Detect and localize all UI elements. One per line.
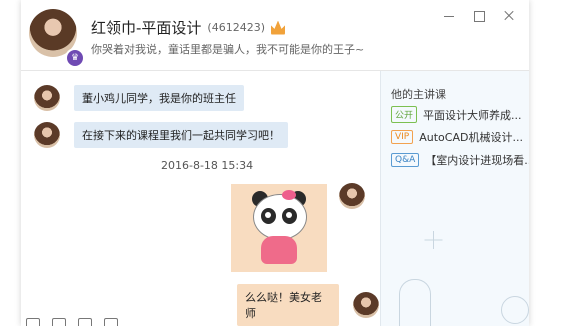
message-row: 么么哒！美女老师 xyxy=(237,284,379,326)
message-bubble: 董小鸡儿同学，我是你的班主任 xyxy=(74,85,244,111)
image-icon[interactable] xyxy=(104,318,118,326)
input-toolbar xyxy=(26,318,118,326)
emoji-icon[interactable] xyxy=(26,318,40,326)
course-tag: VIP xyxy=(391,130,414,144)
self-avatar[interactable] xyxy=(353,292,379,318)
course-label: 【室内设计进现场看... xyxy=(425,154,529,167)
message-bubble: 在接下来的课程里我们一起共同学习吧！ xyxy=(74,122,288,148)
minimize-icon[interactable] xyxy=(443,10,455,22)
course-item[interactable]: VIP AutoCAD机械设计... xyxy=(391,129,523,145)
message-row: 董小鸡儿同学，我是你的班主任 xyxy=(34,85,244,111)
message-list[interactable]: 董小鸡儿同学，我是你的班主任 在接下来的课程里我们一起共同学习吧！ 2016-8… xyxy=(21,71,379,326)
course-label: 平面设计大师养成... xyxy=(423,108,522,122)
course-item[interactable]: 公开 平面设计大师养成... xyxy=(391,106,522,123)
sticker-message[interactable] xyxy=(231,184,327,272)
close-icon[interactable] xyxy=(503,10,515,22)
course-label: AutoCAD机械设计... xyxy=(419,131,523,144)
sparkle-decoration-icon xyxy=(425,231,443,249)
folder-icon[interactable] xyxy=(78,318,92,326)
sender-avatar[interactable] xyxy=(34,122,60,148)
contact-signature: 你哭着对我说，童话里都是骗人，我不可能是你的王子~ xyxy=(91,43,365,56)
message-row: 在接下来的课程里我们一起共同学习吧！ xyxy=(34,122,288,148)
maximize-icon[interactable] xyxy=(473,10,485,22)
crown-icon xyxy=(271,20,285,35)
message-bubble: 么么哒！美女老师 xyxy=(237,284,339,326)
course-item[interactable]: Q&A 【室内设计进现场看... xyxy=(391,152,529,168)
sender-avatar[interactable] xyxy=(34,85,60,111)
window-controls xyxy=(443,10,515,22)
screenshot-icon[interactable] xyxy=(52,318,66,326)
message-timestamp: 2016-8-18 15:34 xyxy=(161,159,254,172)
teacher-badge-icon: ♛ xyxy=(65,48,85,68)
panda-sticker-icon xyxy=(244,190,314,266)
chat-header: ♛ 红领巾-平面设计 (4612423) 你哭着对我说，童话里都是骗人，我不可能… xyxy=(21,0,529,71)
contact-avatar[interactable]: ♛ xyxy=(29,9,85,68)
course-tag: 公开 xyxy=(391,106,418,123)
circle-decoration-icon xyxy=(501,296,529,324)
contact-qq-number: (4612423) xyxy=(207,21,265,34)
chat-window: ♛ 红领巾-平面设计 (4612423) 你哭着对我说，童话里都是骗人，我不可能… xyxy=(21,0,529,326)
self-avatar[interactable] xyxy=(339,183,365,209)
title-row: 红领巾-平面设计 (4612423) xyxy=(91,17,285,38)
tower-decoration-icon xyxy=(399,279,431,326)
panel-title: 他的主讲课 xyxy=(391,88,446,101)
contact-name[interactable]: 红领巾-平面设计 xyxy=(91,17,201,38)
course-tag: Q&A xyxy=(391,153,420,167)
teacher-course-panel: 他的主讲课 公开 平面设计大师养成... VIP AutoCAD机械设计... … xyxy=(380,71,529,326)
